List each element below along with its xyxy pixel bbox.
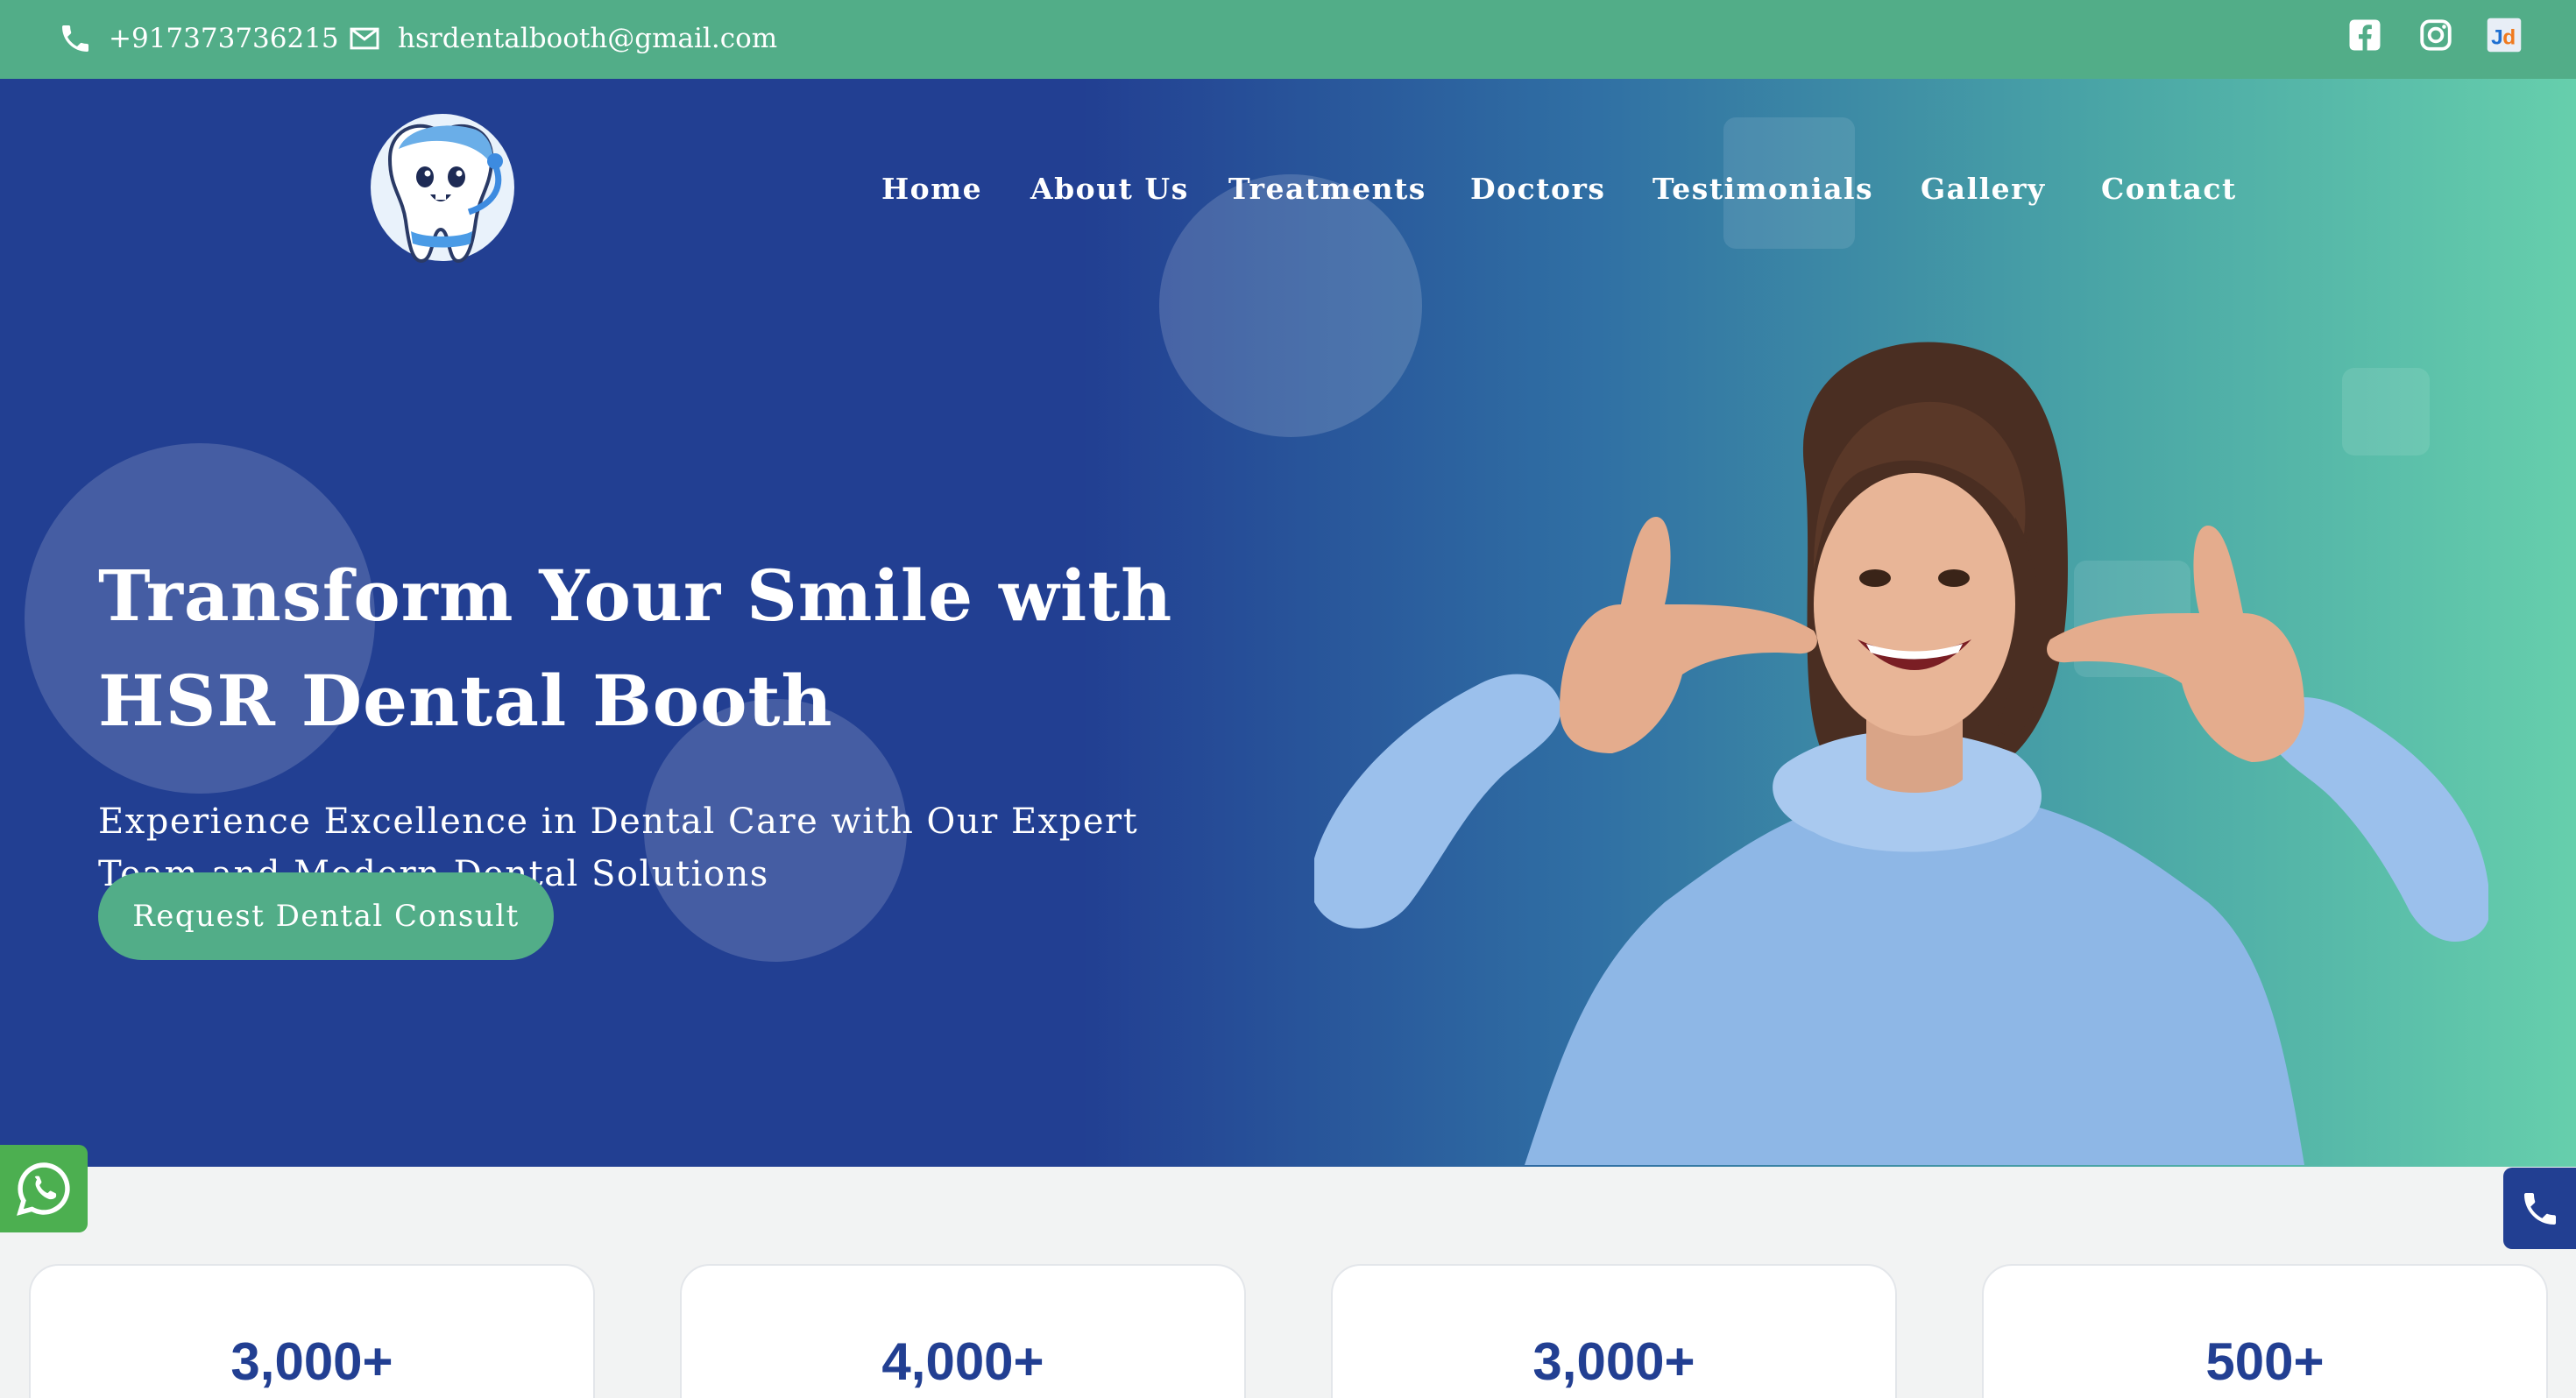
- whatsapp-button[interactable]: [0, 1145, 88, 1232]
- justdial-link[interactable]: Jd: [2485, 16, 2523, 54]
- site-logo[interactable]: [364, 107, 518, 273]
- nav-gallery[interactable]: Gallery: [1921, 172, 2046, 206]
- email-address: hsrdentalbooth@gmail.com: [398, 23, 778, 54]
- phone-link[interactable]: +917373736215: [58, 16, 339, 61]
- stat-card: 3,000+: [29, 1264, 595, 1398]
- request-consult-button[interactable]: Request Dental Consult: [98, 872, 554, 960]
- phone-icon: [2523, 1192, 2556, 1225]
- stat-card: 500+: [1982, 1264, 2548, 1398]
- phone-icon: [62, 25, 88, 52]
- nav-home[interactable]: Home: [881, 172, 982, 206]
- svg-text:J: J: [2491, 26, 2503, 50]
- hero-title: Transform Your Smile with HSR Dental Boo…: [98, 543, 1237, 753]
- stat-value: 500+: [2205, 1332, 2325, 1391]
- nav-contact[interactable]: Contact: [2101, 172, 2237, 206]
- whatsapp-icon: [17, 1162, 70, 1216]
- call-button[interactable]: [2503, 1168, 2576, 1249]
- mail-icon: [350, 27, 379, 50]
- svg-text:d: d: [2502, 26, 2516, 50]
- stat-value: 3,000+: [230, 1332, 393, 1391]
- stat-value: 3,000+: [1532, 1332, 1695, 1391]
- stat-card: 4,000+: [680, 1264, 1246, 1398]
- hero-title-line: Transform Your Smile with: [98, 554, 1173, 637]
- nav-about-us[interactable]: About Us: [1030, 172, 1189, 206]
- nav-testimonials[interactable]: Testimonials: [1652, 172, 1873, 206]
- instagram-link[interactable]: [2417, 16, 2455, 54]
- justdial-icon: Jd: [2487, 18, 2522, 53]
- instagram-icon: [2420, 19, 2452, 51]
- phone-number: +917373736215: [109, 23, 339, 54]
- stat-value: 4,000+: [881, 1332, 1044, 1391]
- top-contact-bar: +917373736215 hsrdentalbooth@gmail.com J…: [0, 0, 2576, 79]
- hero-section: Home About Us Treatments Doctors Testimo…: [0, 79, 2576, 1167]
- nav-doctors[interactable]: Doctors: [1470, 172, 1605, 206]
- facebook-icon: [2349, 19, 2381, 51]
- stat-card: 3,000+: [1331, 1264, 1897, 1398]
- email-link[interactable]: hsrdentalbooth@gmail.com: [347, 16, 777, 61]
- smiling-woman-image: [1314, 342, 2488, 1165]
- facebook-link[interactable]: [2346, 16, 2384, 54]
- hero-subtitle-line: Experience Excellence in Dental Care wit…: [98, 801, 1139, 842]
- hero-title-line: HSR Dental Booth: [98, 660, 833, 742]
- nav-treatments[interactable]: Treatments: [1228, 172, 1426, 206]
